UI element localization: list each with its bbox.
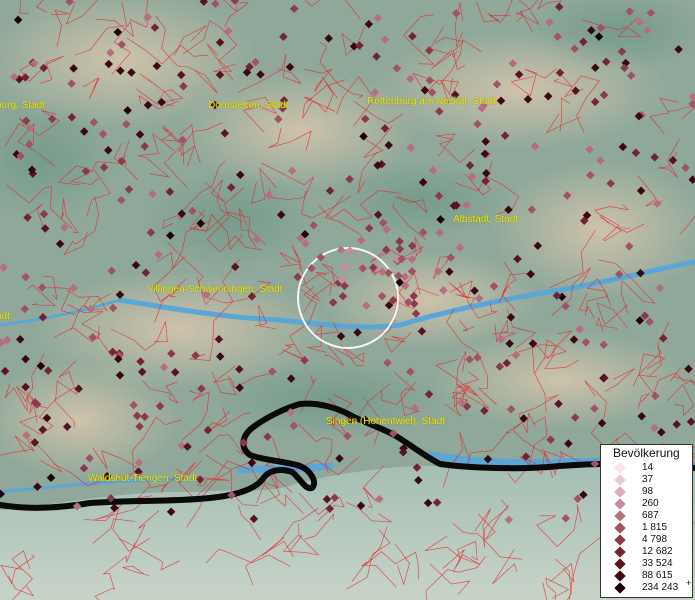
legend-label: 687 <box>642 510 659 521</box>
legend-swatch <box>614 582 626 594</box>
legend-item: 33 524 <box>601 558 693 570</box>
place-label-burg: burg, Stadt <box>0 100 45 111</box>
legend-swatch <box>614 462 626 474</box>
legend-title: Bevölkerung <box>613 446 680 460</box>
legend-label: 260 <box>642 498 659 509</box>
legend-item: 234 243 + <box>601 578 693 594</box>
place-label-rottenburg: Rottenburg am Neckar, Stadt <box>367 96 496 107</box>
legend-swatch <box>614 558 626 570</box>
legend-swatch <box>614 522 626 534</box>
legend-item: 1 815 <box>601 522 693 534</box>
legend-label: 33 524 <box>642 558 673 569</box>
legend-swatch <box>614 498 626 510</box>
legend-item: 14 <box>601 462 693 474</box>
legend-plus-mark: + <box>686 578 692 588</box>
legend-label: 98 <box>642 486 654 497</box>
legend-swatch <box>614 510 626 522</box>
legend-swatch <box>614 474 626 486</box>
legend-label: 234 243 <box>642 582 679 593</box>
legend-label: 12 682 <box>642 546 673 557</box>
legend-item: 12 682 <box>601 546 693 558</box>
legend-label: 14 <box>642 462 654 473</box>
legend-item: 4 798 <box>601 534 693 546</box>
legend-label: 4 798 <box>642 534 668 545</box>
place-label-villingen-schwenningen: Villingen-Schwenningen, Stadt <box>147 284 283 295</box>
map-canvas[interactable] <box>0 0 695 600</box>
place-label-waldshut-tiengen: Waldshut-Tiengen, Stadt <box>88 473 198 484</box>
place-label-albstadt: Albstadt, Stadt <box>453 214 519 225</box>
legend-swatch <box>614 570 626 582</box>
legend-swatch <box>614 486 626 498</box>
place-label-adt: adt <box>0 311 10 322</box>
legend-label: 1 815 <box>642 522 668 533</box>
legend-label: 88 615 <box>642 570 673 581</box>
legend-item: 88 615 <box>601 570 693 582</box>
place-label-singen: Singen (Hohentwiel), Stadt <box>326 416 445 427</box>
legend-label: 37 <box>642 474 654 485</box>
legend-item: 260 <box>601 498 693 510</box>
population-legend: Bevölkerung 14 37 98 260 687 1 815 4 798… <box>600 444 693 598</box>
legend-item: 98 <box>601 486 693 498</box>
legend-item: 687 <box>601 510 693 522</box>
legend-swatch <box>614 546 626 558</box>
legend-item: 37 <box>601 474 693 486</box>
legend-swatch <box>614 534 626 546</box>
place-label-dornstetten: Dornstetten, Stadt <box>208 100 289 111</box>
